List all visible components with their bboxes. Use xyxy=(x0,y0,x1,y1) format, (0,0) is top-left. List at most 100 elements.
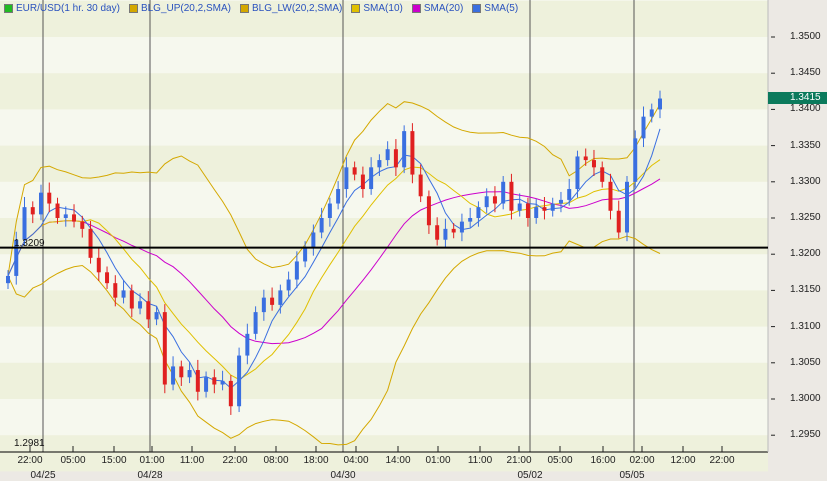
candle-body xyxy=(286,279,291,291)
candle-body xyxy=(270,297,275,305)
date-label: 04/25 xyxy=(30,470,56,481)
y-tick-label: 1.3500 xyxy=(790,31,821,42)
legend-label: SMA(10) xyxy=(363,3,403,14)
x-tick-label: 22:00 xyxy=(17,455,43,466)
legend-item: SMA(20) xyxy=(411,3,464,14)
candle-body xyxy=(80,221,85,229)
candle-body xyxy=(113,283,118,298)
legend-swatch xyxy=(411,4,421,13)
y-tick-label: 1.3250 xyxy=(790,212,821,223)
legend-swatch xyxy=(4,4,13,13)
candle-body xyxy=(121,290,126,298)
y-tick-label: 1.3000 xyxy=(790,393,821,404)
candle-body xyxy=(129,290,134,309)
candle-body xyxy=(534,207,539,218)
x-tick-label: 01:00 xyxy=(139,455,165,466)
candle-body xyxy=(583,156,588,161)
candle-body xyxy=(146,301,151,320)
legend-label: SMA(20) xyxy=(423,3,464,14)
candle-body xyxy=(303,246,308,262)
candle-body xyxy=(294,261,299,280)
date-label: 05/02 xyxy=(517,470,543,481)
current-price-badge: 1.3415 xyxy=(768,92,827,104)
candle-body xyxy=(6,275,10,284)
candle-body xyxy=(195,370,200,392)
candle-body xyxy=(39,192,44,215)
candle-body xyxy=(187,370,192,378)
x-tick-label: 12:00 xyxy=(670,455,696,466)
candle-body xyxy=(451,228,456,233)
legend-item: SMA(10) xyxy=(351,3,403,14)
candle-body xyxy=(591,160,596,168)
x-tick-label: 01:00 xyxy=(425,455,451,466)
candle-body xyxy=(179,366,184,378)
candle-body xyxy=(641,116,646,139)
candle-body xyxy=(30,207,35,215)
candle-body xyxy=(212,377,217,385)
candle-body xyxy=(162,312,167,385)
y-tick-label: 1.3050 xyxy=(790,356,821,368)
candle-body xyxy=(138,301,143,309)
candle-body xyxy=(253,312,258,334)
candle-body xyxy=(608,181,613,211)
candle-body xyxy=(220,380,225,385)
candle-body xyxy=(228,380,233,407)
candle-body xyxy=(484,196,489,208)
x-tick-label: 11:00 xyxy=(467,455,493,466)
legend: EUR/USD(1 hr. 30 day) BLG_UP(20,2,SMA) BLG… xyxy=(4,3,518,14)
x-tick-label: 11:00 xyxy=(179,455,205,466)
candle-body xyxy=(96,257,101,273)
candle-body xyxy=(402,131,407,168)
legend-swatch xyxy=(128,4,138,13)
candle-body xyxy=(154,312,159,320)
legend-label: EUR/USD(1 hr. 30 day) xyxy=(16,3,120,14)
candle-body xyxy=(501,181,506,204)
candle-body xyxy=(410,131,415,175)
candle-body xyxy=(319,218,324,233)
candle-body xyxy=(352,167,357,175)
candle-body xyxy=(459,221,464,233)
grid-band xyxy=(0,362,768,399)
y-tick-label: 1.3100 xyxy=(790,320,821,332)
candle-body xyxy=(567,189,572,200)
candle-body xyxy=(47,192,52,204)
candle-body xyxy=(435,225,440,240)
x-tick-label: 14:00 xyxy=(385,455,411,466)
candle-body xyxy=(624,181,629,233)
y-tick-label: 1.3300 xyxy=(790,175,821,187)
candle-body xyxy=(418,174,423,197)
candle-body xyxy=(600,167,605,182)
candle-body xyxy=(377,160,382,168)
date-label: 04/28 xyxy=(137,470,163,481)
candle-body xyxy=(385,149,390,161)
x-tick-label: 16:00 xyxy=(590,455,616,466)
candle-body xyxy=(63,214,68,218)
low-label: 1.2981 xyxy=(14,438,45,449)
y-tick-label: 1.3200 xyxy=(790,248,821,260)
candle-body xyxy=(633,138,638,182)
candle-body xyxy=(550,203,555,211)
candle-body xyxy=(360,174,365,190)
date-label: 04/30 xyxy=(330,470,356,481)
y-tick-label: 1.3150 xyxy=(790,284,821,296)
x-tick-label: 04:00 xyxy=(343,455,369,466)
x-tick-label: 05:00 xyxy=(60,455,86,466)
candle-body xyxy=(171,366,176,385)
legend-label: BLG_LW(20,2,SMA) xyxy=(251,3,343,14)
horizontal-line-label: 1.3209 xyxy=(14,238,45,249)
candle-body xyxy=(105,272,110,284)
legend-swatch xyxy=(351,4,361,13)
y-tick-label: 1.2950 xyxy=(790,429,821,441)
candle-body xyxy=(245,333,250,356)
x-tick-label: 02:00 xyxy=(629,455,655,466)
legend-label: SMA(5) xyxy=(484,3,519,14)
x-tick-label: 21:00 xyxy=(506,455,532,466)
legend-swatch xyxy=(239,4,249,13)
price-chart xyxy=(0,0,775,472)
candle-body xyxy=(542,207,547,211)
x-tick-label: 05:00 xyxy=(547,455,573,466)
candle-body xyxy=(476,207,481,218)
legend-swatch xyxy=(472,4,482,13)
candle-body xyxy=(468,218,473,222)
x-tick-label: 22:00 xyxy=(709,455,735,466)
